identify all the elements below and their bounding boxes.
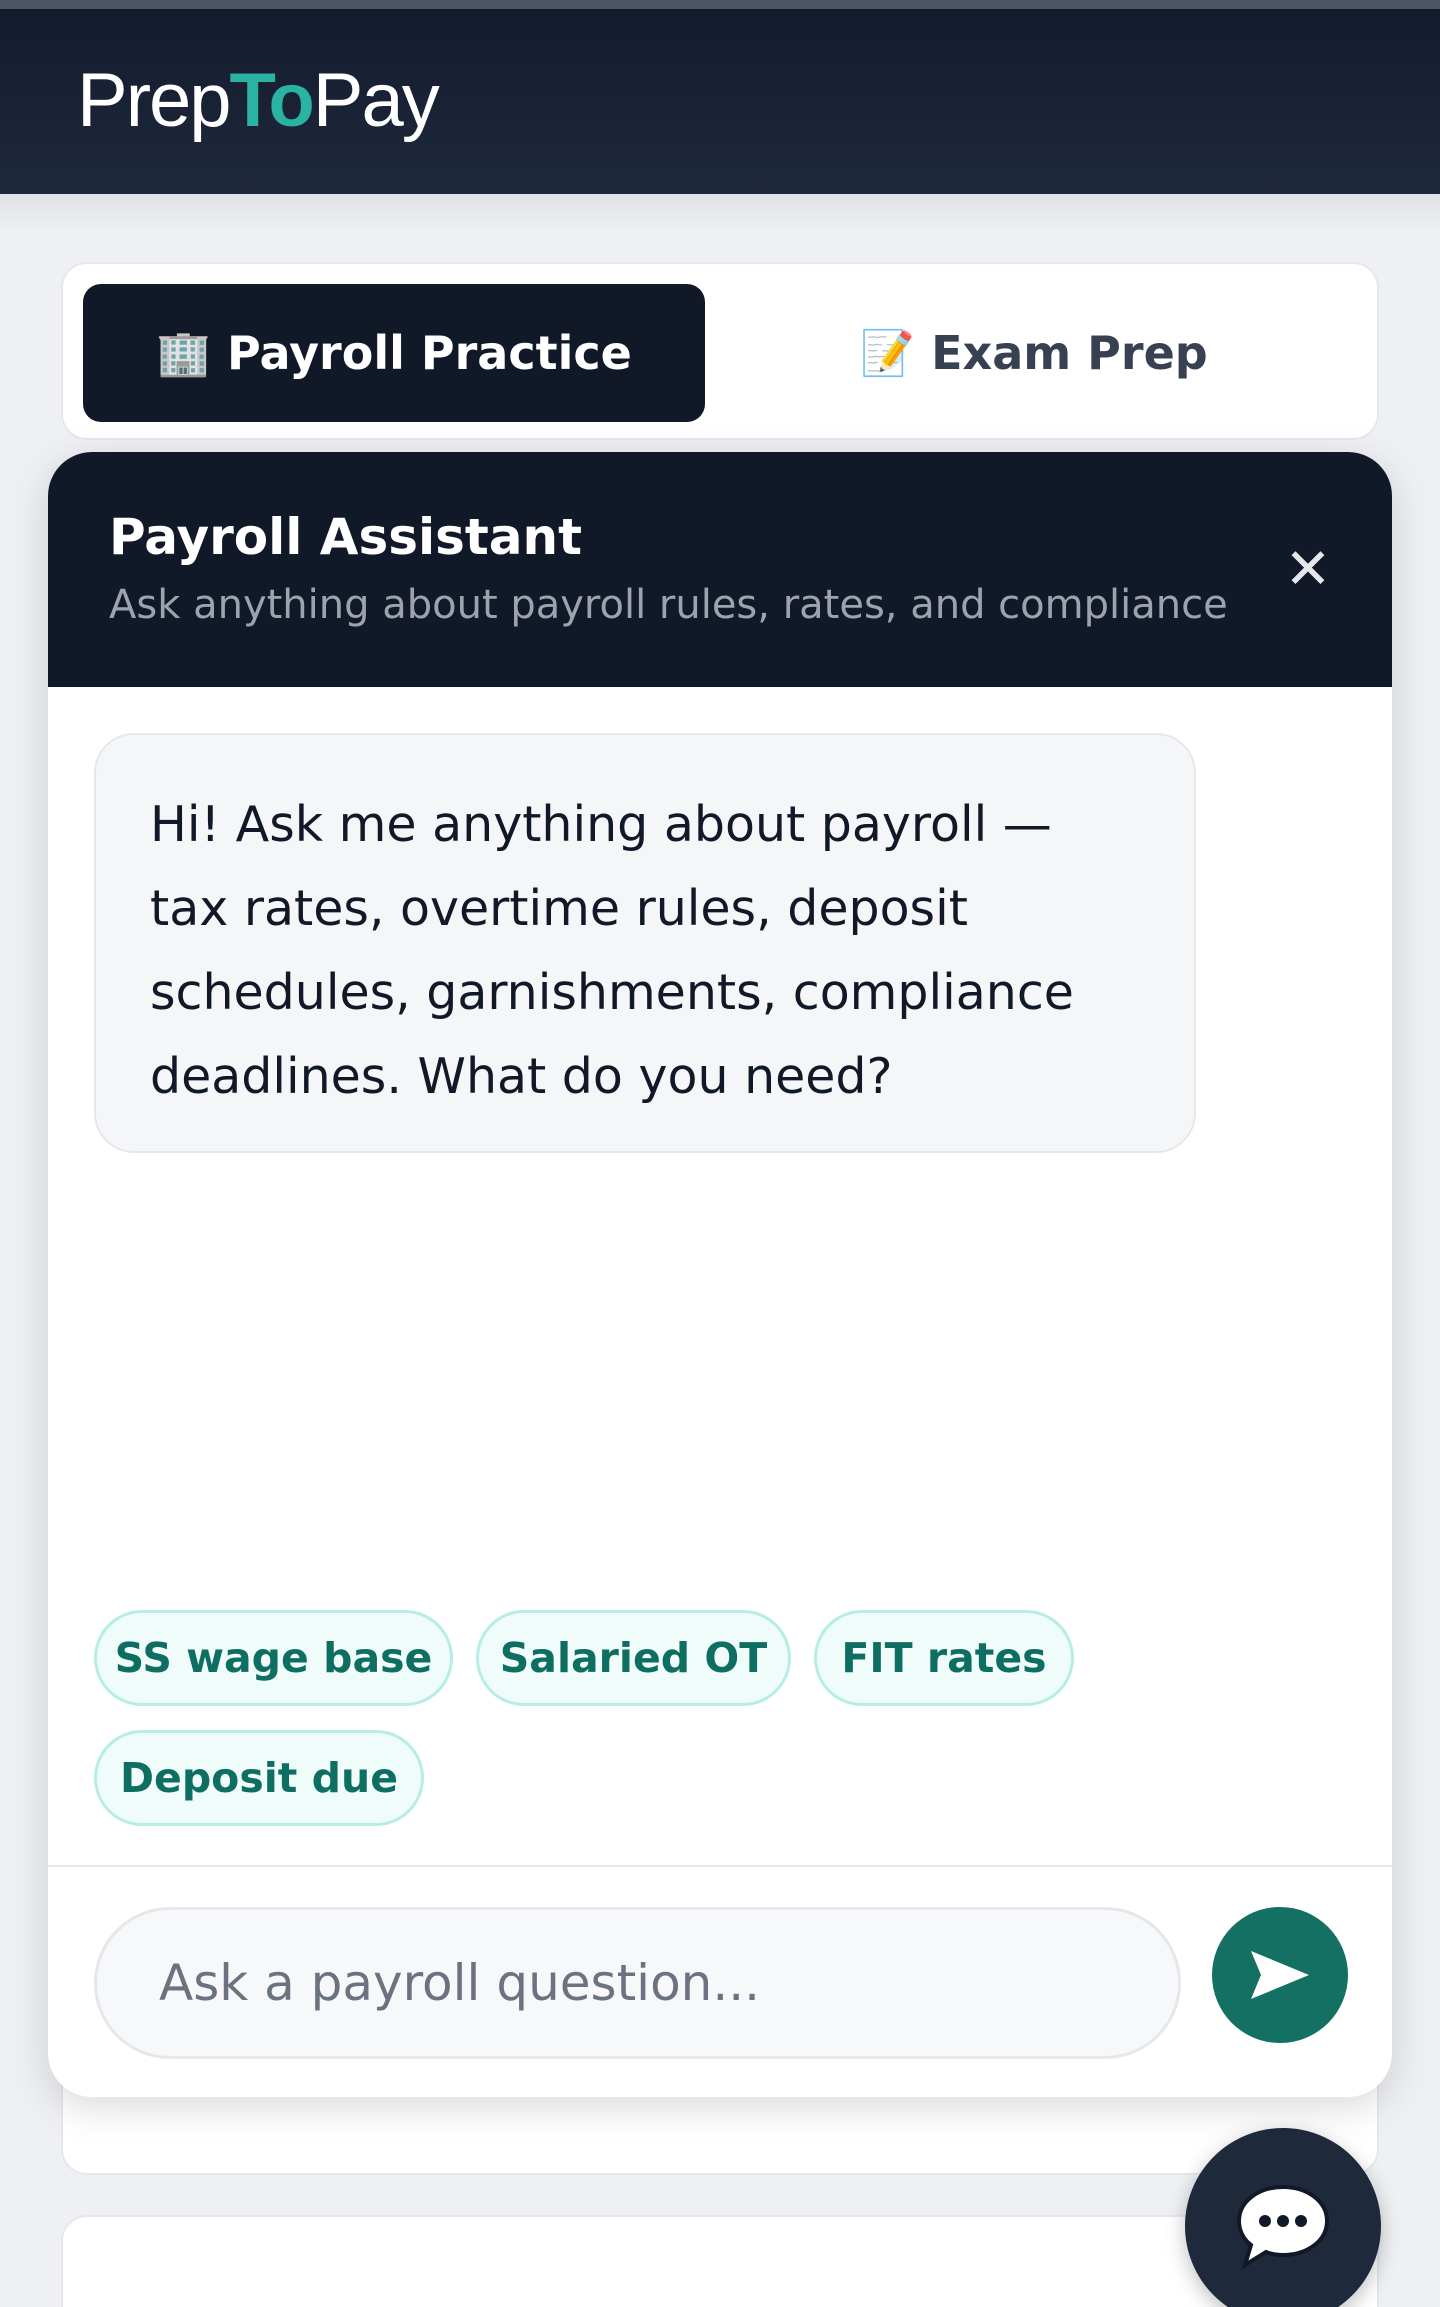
chat-title: Payroll Assistant bbox=[109, 508, 583, 566]
chat-panel: Payroll Assistant Ask anything about pay… bbox=[48, 452, 1392, 2097]
suggestion-chip-fit-rates[interactable]: FIT rates bbox=[814, 1610, 1074, 1706]
brand-prefix: Prep bbox=[77, 58, 232, 143]
app-header: PrepToPay bbox=[0, 9, 1440, 194]
background-card-compliance bbox=[61, 2215, 1379, 2307]
chat-bubble-icon bbox=[1236, 2184, 1330, 2269]
tab-label: Payroll Practice bbox=[226, 326, 632, 380]
tab-exam-prep[interactable]: 📝 Exam Prep bbox=[723, 284, 1345, 422]
brand-logo[interactable]: PrepToPay bbox=[77, 57, 440, 144]
chat-input[interactable] bbox=[94, 1907, 1181, 2059]
assistant-message: Hi! Ask me anything about payroll — tax … bbox=[94, 733, 1196, 1153]
mode-tabs: 🏢 Payroll Practice 📝 Exam Prep bbox=[61, 262, 1379, 440]
suggestion-chip-deposit-due[interactable]: Deposit due bbox=[94, 1730, 424, 1826]
brand-highlight: To bbox=[229, 58, 315, 143]
memo-icon: 📝 bbox=[860, 328, 916, 379]
suggestion-chip-salaried-ot[interactable]: Salaried OT bbox=[476, 1610, 791, 1706]
send-icon bbox=[1251, 1951, 1309, 1999]
tab-payroll-practice[interactable]: 🏢 Payroll Practice bbox=[83, 284, 705, 422]
chat-subtitle: Ask anything about payroll rules, rates,… bbox=[109, 582, 1228, 628]
suggestion-chip-ss-wage-base[interactable]: SS wage base bbox=[94, 1610, 453, 1706]
chat-header: Payroll Assistant Ask anything about pay… bbox=[48, 452, 1392, 687]
input-divider bbox=[48, 1865, 1392, 1867]
brand-suffix: Pay bbox=[312, 58, 440, 143]
close-button[interactable]: ✕ bbox=[1273, 534, 1343, 604]
office-building-icon: 🏢 bbox=[156, 328, 211, 379]
header-shadow bbox=[0, 194, 1440, 234]
tab-label: Exam Prep bbox=[931, 326, 1208, 380]
send-button[interactable] bbox=[1212, 1907, 1348, 2043]
close-icon: ✕ bbox=[1284, 536, 1332, 602]
top-border bbox=[0, 0, 1440, 9]
